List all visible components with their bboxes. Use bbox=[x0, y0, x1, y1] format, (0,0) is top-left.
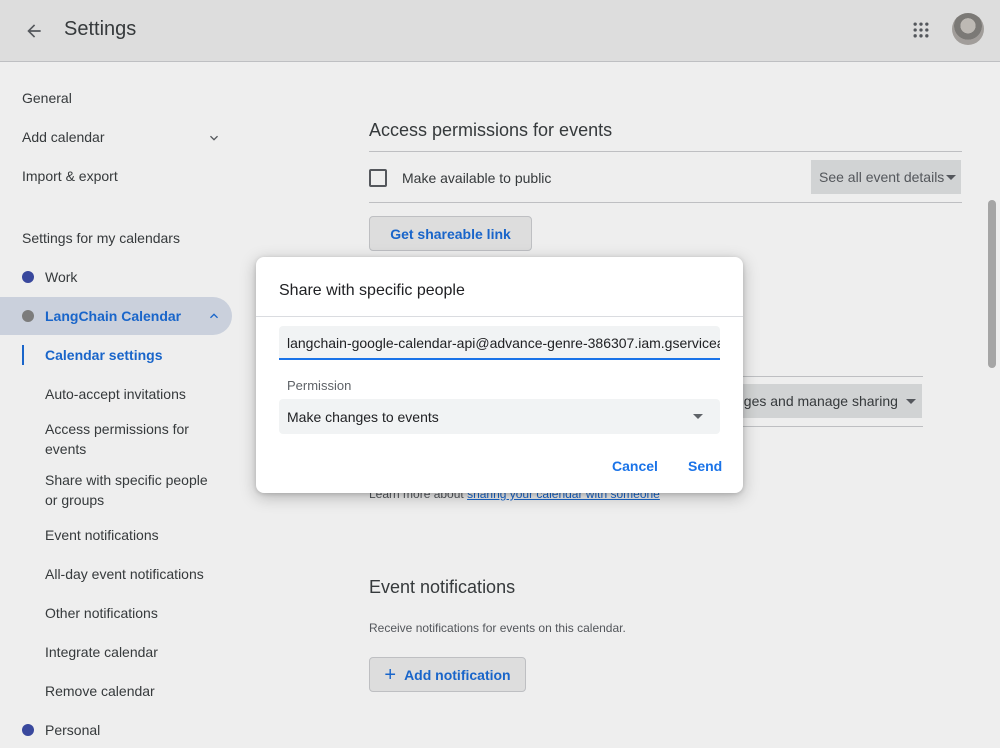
permission-label: Permission bbox=[287, 378, 352, 393]
permission-value: Make changes to events bbox=[287, 408, 439, 425]
send-button[interactable]: Send bbox=[688, 458, 722, 474]
divider bbox=[256, 316, 743, 317]
share-dialog: Share with specific people langchain-goo… bbox=[256, 257, 743, 493]
caret-down-icon bbox=[693, 414, 703, 419]
dialog-title: Share with specific people bbox=[279, 282, 465, 299]
permission-select[interactable]: Make changes to events bbox=[279, 399, 720, 434]
email-input[interactable]: langchain-google-calendar-api@advance-ge… bbox=[279, 326, 720, 360]
cancel-button[interactable]: Cancel bbox=[612, 458, 658, 474]
